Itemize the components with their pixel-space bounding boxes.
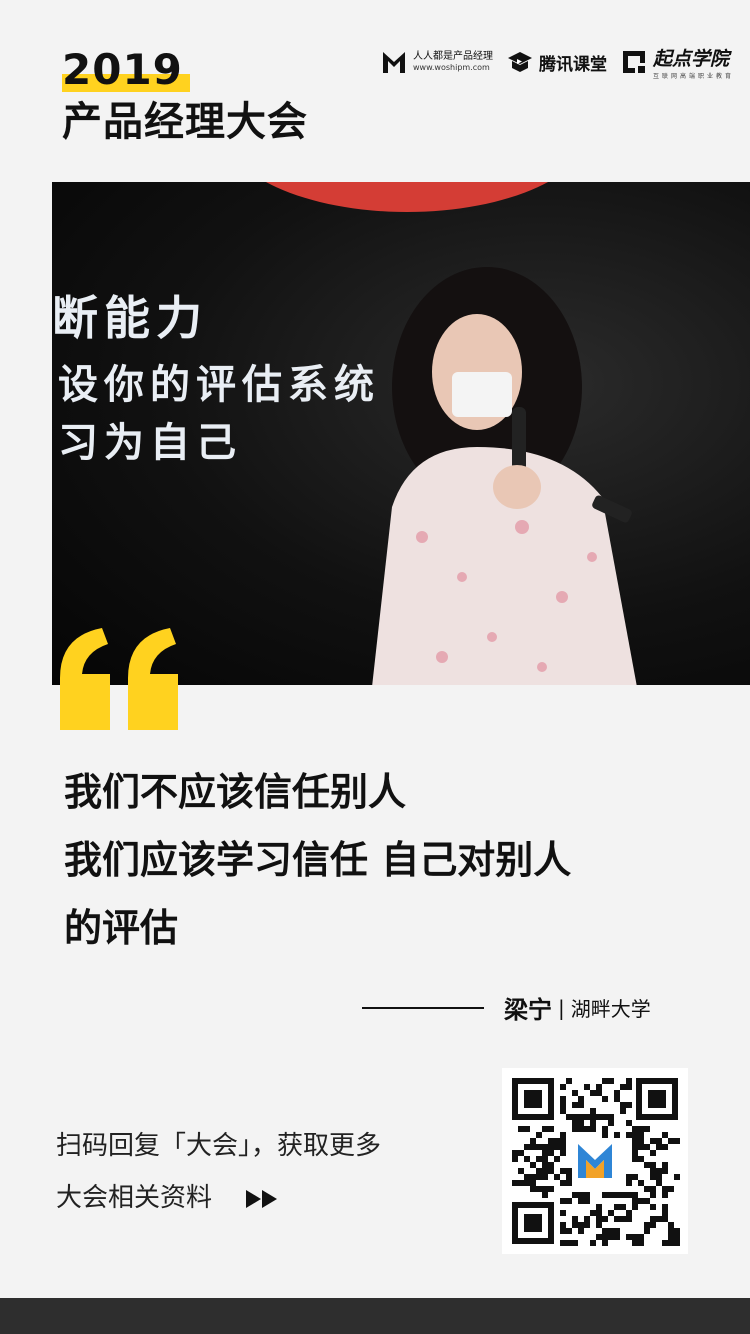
- speaker-figure: [372, 267, 637, 685]
- woshipm-m-logo-icon: [382, 52, 405, 73]
- quote-text: 我们不应该信任别人 我们应该学习信任 自己对别人 的评估: [64, 758, 571, 962]
- quote-mark-icon: [60, 628, 178, 730]
- cta-line-2: 大会相关资料: [56, 1183, 213, 1213]
- screen-text-line-2: 设你的评估系统: [58, 362, 380, 408]
- logo-qidian-tagline: 互联网高端职业教育: [652, 73, 734, 80]
- logo-tencent-classroom: 腾讯课堂: [507, 49, 607, 75]
- logo-qidian: 起点学院 互联网高端职业教育: [621, 44, 734, 80]
- speaker-organization: 湖畔大学: [570, 997, 651, 1021]
- attribution-separator: |: [558, 995, 565, 1020]
- quote-line-3: 的评估: [64, 906, 179, 950]
- year-block: 2019: [62, 44, 190, 96]
- quote-attribution: 梁宁 | 湖畔大学: [362, 990, 651, 1025]
- speaker-photo: 断能力 设你的评估系统 习为自己: [52, 182, 750, 685]
- screen-text-line-3: 习为自己: [58, 420, 242, 466]
- double-arrow-icon: [246, 1189, 278, 1208]
- logo-qidian-name: 起点学院: [652, 48, 729, 70]
- partner-logos: 人人都是产品经理 www.woshipm.com 腾讯课堂 起点学院 互联网高端…: [367, 44, 734, 80]
- event-brand: 2019 产品经理大会: [62, 44, 308, 148]
- event-year: 2019: [62, 45, 183, 94]
- event-title: 产品经理大会: [62, 99, 308, 145]
- logo-woshipm-url: www.woshipm.com: [412, 63, 490, 72]
- screen-text-line-1: 断能力: [52, 291, 208, 345]
- footer-bar: [0, 1298, 750, 1334]
- logo-woshipm-name: 人人都是产品经理: [412, 51, 493, 62]
- scan-cta: 扫码回复「大会」，获取更多 大会相关资料: [56, 1120, 381, 1224]
- tencent-classroom-logo-icon: [507, 52, 532, 72]
- logo-woshipm: 人人都是产品经理 www.woshipm.com: [381, 49, 493, 75]
- quote-line-1: 我们不应该信任别人: [64, 770, 407, 814]
- qidian-logo-icon: [622, 51, 645, 73]
- speaker-name: 梁宁: [504, 996, 552, 1024]
- stage-red-light: [222, 182, 592, 212]
- cta-line-1: 扫码回复「大会」，获取更多: [56, 1131, 382, 1161]
- qr-code[interactable]: [502, 1068, 688, 1254]
- logo-tencent-classroom-name: 腾讯课堂: [538, 54, 607, 75]
- attribution-dash-line: [362, 1006, 484, 1009]
- quote-line-2: 我们应该学习信任 自己对别人: [64, 838, 572, 882]
